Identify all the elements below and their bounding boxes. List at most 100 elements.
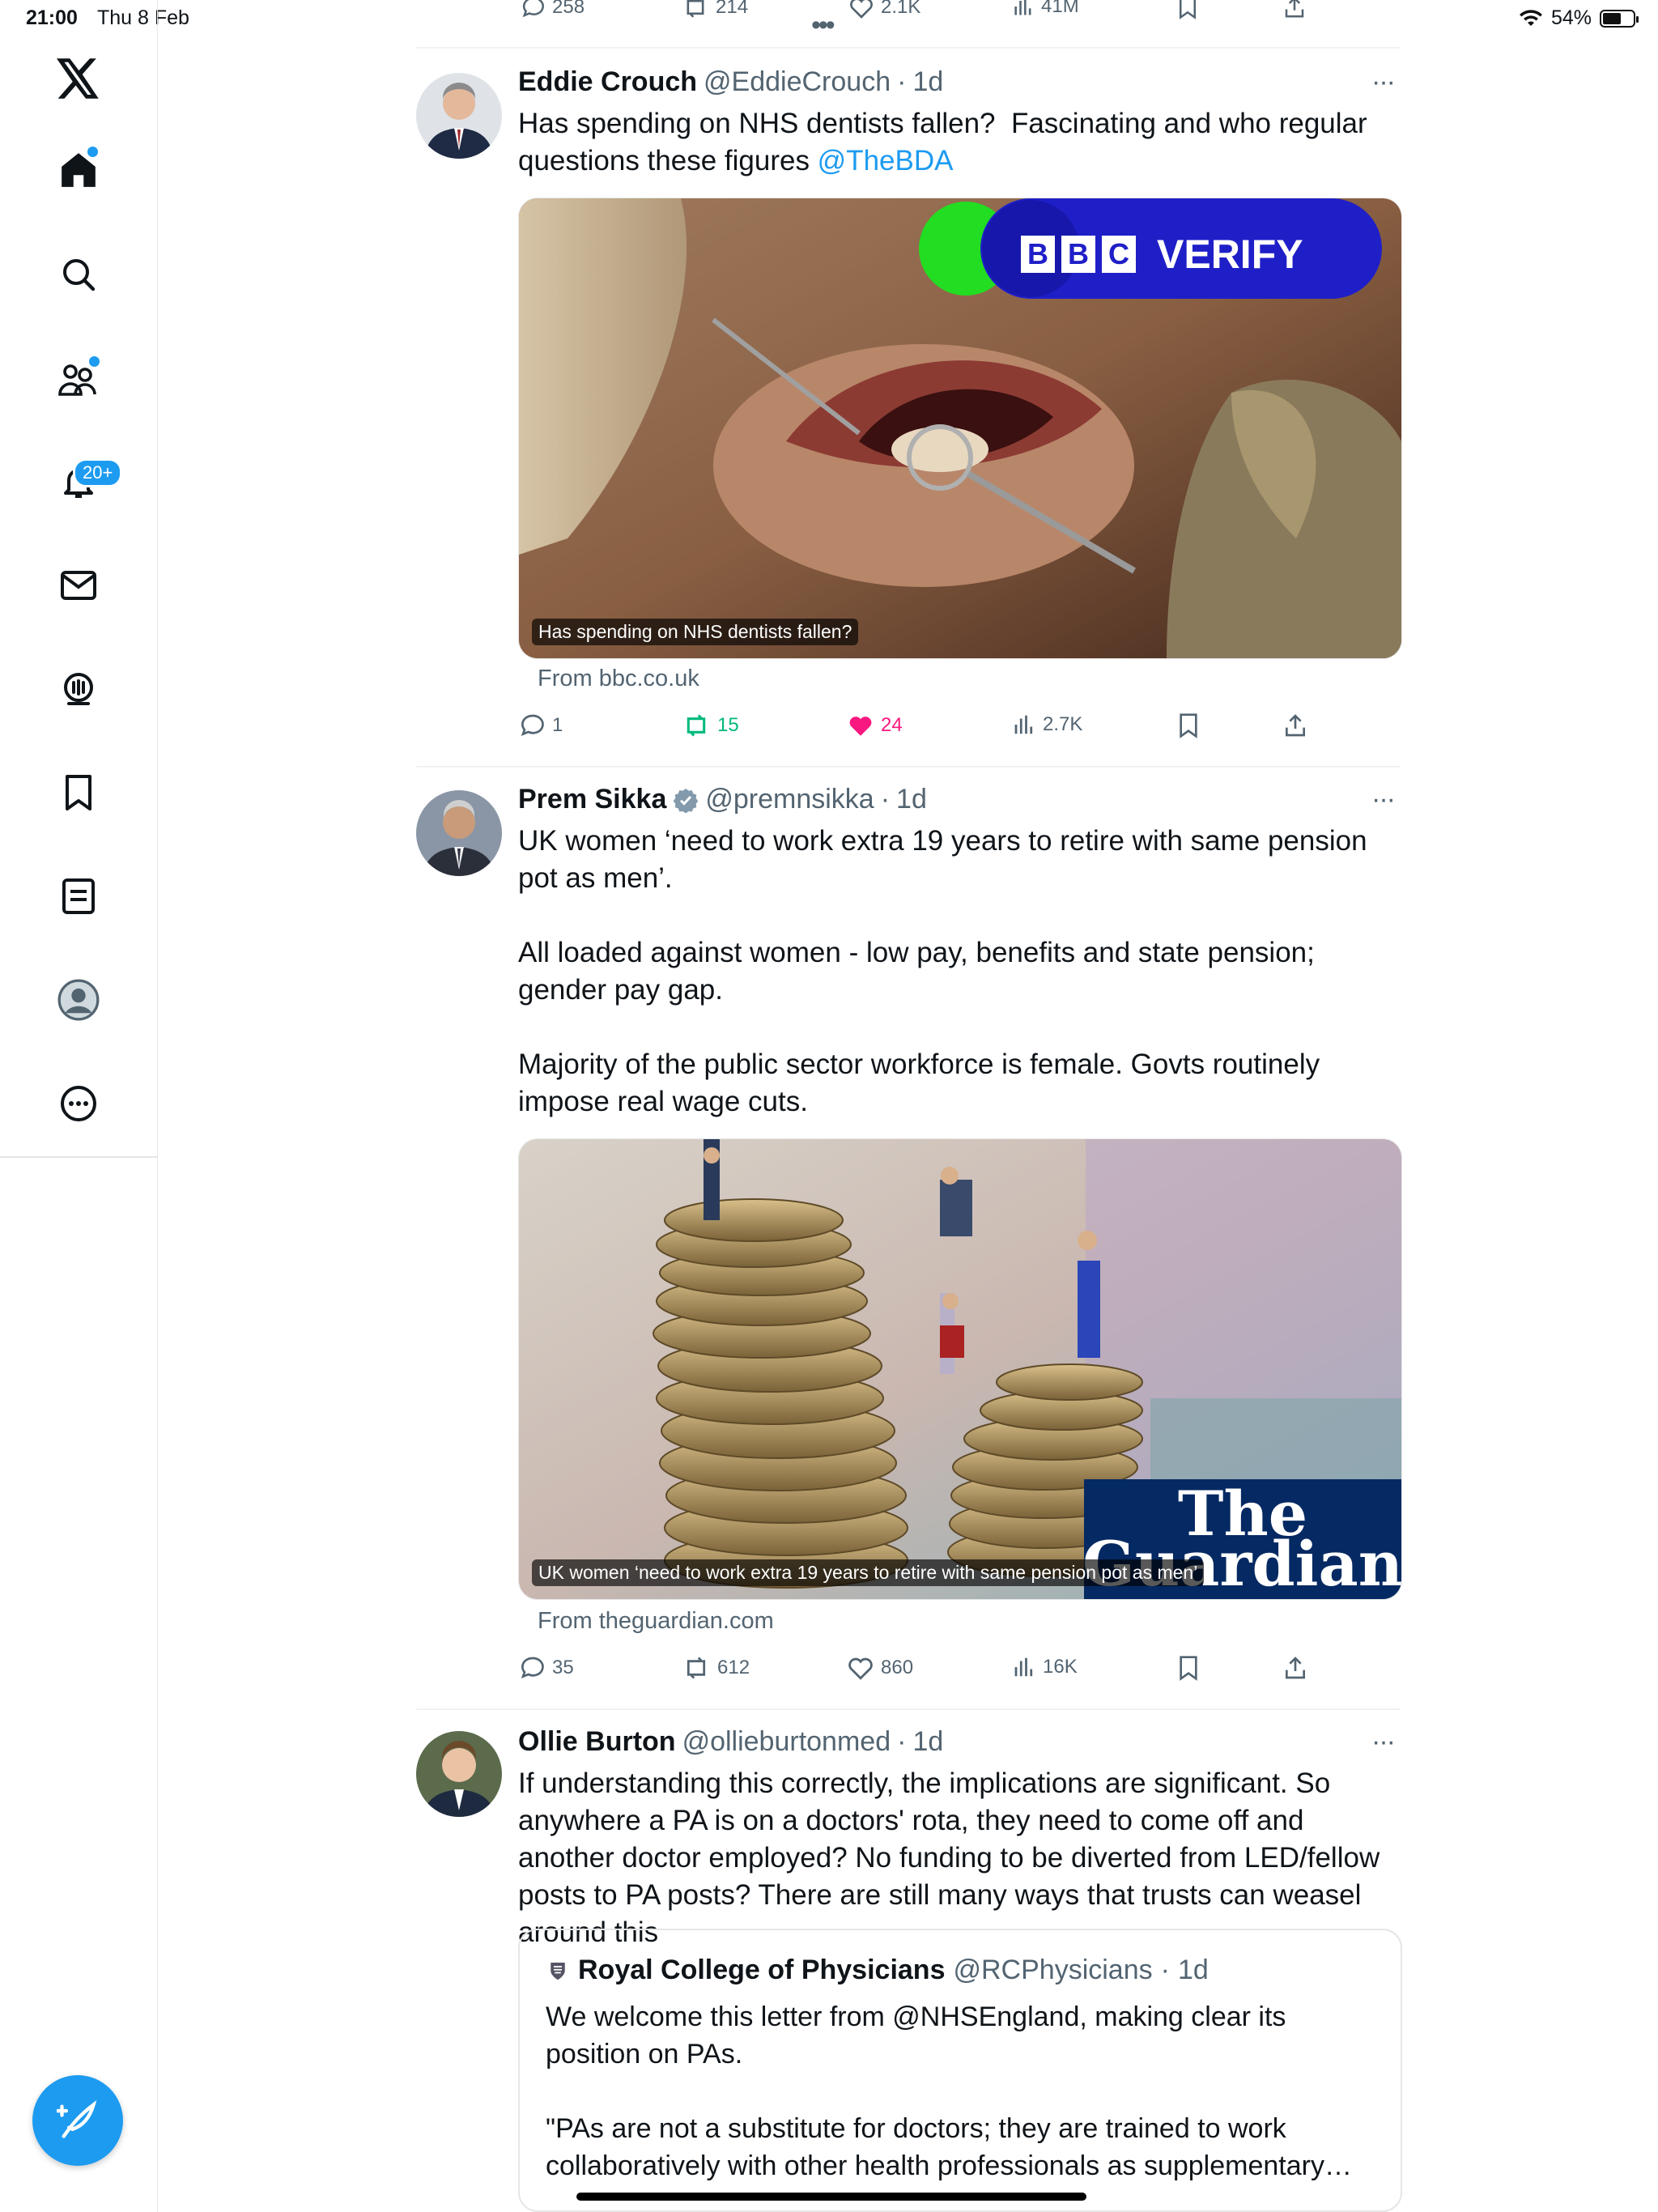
bookmark-icon [1180,1656,1197,1681]
views-count: 16K [1043,1656,1078,1678]
quoted-author-name: Royal College of Physicians [578,1955,946,1985]
communities-icon[interactable] [50,350,107,406]
prev-repost-count: 214 [716,0,749,18]
mention-link[interactable]: @TheBDA [818,145,954,177]
prev-reply-button[interactable]: 258 [521,0,585,19]
tweet-divider [416,47,1401,49]
wifi-icon [1519,9,1542,26]
search-icon[interactable] [50,246,107,303]
share-icon [1285,0,1304,18]
tweet-more-button[interactable]: ··· [1371,1726,1396,1758]
communities-unread-dot [87,355,101,368]
bookmark-icon[interactable] [50,764,107,821]
share-button[interactable] [1282,1655,1308,1681]
author-handle[interactable]: @ollieburtonmed [682,1726,891,1758]
separator-dot: · [897,1726,907,1757]
x-logo-icon[interactable] [50,50,107,107]
repost-button[interactable]: 15 [682,713,739,738]
repost-icon [687,714,706,737]
prev-repost-button[interactable]: 214 [682,0,748,19]
tweet-text: If understanding this correctly, the imp… [518,1767,1388,1948]
avatar[interactable] [416,73,502,159]
reply-button[interactable]: 1 [520,713,563,738]
reply-button[interactable]: 35 [520,1655,574,1681]
like-count: 24 [881,714,903,736]
compose-button[interactable] [32,2075,123,2166]
card-source[interactable]: From theguardian.com [538,1608,774,1635]
bbc-letter: C [1102,236,1136,273]
link-card-image[interactable]: B B C VERIFY Has spending on NHS dentist… [518,198,1402,659]
profile-avatar-icon[interactable] [50,972,107,1028]
sidebar-divider [0,1156,157,1158]
home-icon[interactable] [50,142,107,198]
verified-badge-icon [674,788,699,813]
separator-dot: · [1160,1955,1170,1985]
rcp-crest-icon [546,1958,570,1983]
separator-dot: · [897,66,907,97]
heart-icon [848,1657,873,1680]
author-name[interactable]: Prem Sikka [518,784,666,815]
author-handle[interactable]: @premnsikka [705,784,874,815]
bookmark-button[interactable] [1177,713,1200,738]
repost-count: 612 [717,1657,750,1678]
tweet-header: Prem Sikka @premnsikka · 1d [518,784,927,815]
card-source[interactable]: From bbc.co.uk [538,666,699,692]
avatar[interactable] [416,790,502,876]
bookmark-icon [1180,0,1196,19]
repost-icon [687,1657,706,1679]
card-caption: UK women ‘need to work extra 19 years to… [532,1559,1205,1586]
prev-share-button[interactable] [1282,0,1307,19]
author-handle[interactable]: @EddieCrouch [704,66,891,98]
tweet-more-button[interactable]: ··· [1371,66,1396,98]
tweet-text: Has spending on NHS dentists fallen? Fas… [518,105,1401,180]
notifications-badge: 20+ [73,458,123,487]
bookmark-icon [1180,713,1197,738]
reply-count: 1 [552,714,563,736]
share-button[interactable] [1282,713,1308,738]
quoted-tweet-text: We welcome this letter from @NHSEngland,… [546,2001,1352,2181]
envelope-icon[interactable] [50,557,107,614]
tweet-time[interactable]: 1d [896,784,927,815]
more-options-icon[interactable] [50,1075,107,1132]
repost-count: 15 [717,714,739,736]
tweet-time[interactable]: 1d [912,66,943,98]
views-button[interactable]: 16K [1012,1655,1078,1679]
home-indicator[interactable] [576,2193,1086,2201]
share-icon [1286,714,1305,737]
views-icon [1014,1657,1033,1677]
views-button[interactable]: 2.7K [1012,713,1082,737]
lists-icon[interactable] [50,868,107,925]
quoted-tweet[interactable]: Royal College of Physicians @RCPhysician… [518,1929,1402,2212]
author-name[interactable]: Eddie Crouch [518,66,697,98]
like-button[interactable]: 860 [847,1655,913,1681]
sidebar: 20+ [0,0,158,2212]
views-icon [1014,0,1031,15]
reply-icon [521,714,544,737]
prev-like-button[interactable]: 2.1K [848,0,920,19]
page-dots-indicator[interactable]: ••• [811,10,835,41]
status-right: 54% [1519,6,1639,30]
battery-percent: 54% [1550,6,1592,29]
quoted-tweet-time: 1d [1177,1955,1209,1985]
prev-bookmark-button[interactable] [1177,0,1198,19]
tweet-more-button[interactable]: ··· [1371,784,1396,815]
like-count: 860 [881,1657,914,1678]
like-button[interactable]: 24 [847,713,903,738]
avatar[interactable] [416,1731,502,1817]
tweet-text: UK women ‘need to work extra 19 years to… [518,825,1367,1117]
tweet-time[interactable]: 1d [912,1726,943,1758]
link-card-image[interactable]: The Guardian UK women ‘need to work extr… [518,1138,1402,1600]
feather-plus-icon [57,2099,97,2138]
prev-views-button[interactable]: 41M [1012,0,1079,18]
tweet-header: Ollie Burton @ollieburtonmed · 1d [518,1726,943,1758]
bookmark-button[interactable] [1177,1655,1200,1681]
quoted-tweet-header: Royal College of Physicians @RCPhysician… [546,1955,1209,1986]
repost-icon [687,0,704,18]
repost-button[interactable]: 612 [682,1655,750,1681]
grok-spaces-icon[interactable] [50,661,107,717]
author-name[interactable]: Ollie Burton [518,1726,676,1758]
tweet-header: Eddie Crouch @EddieCrouch · 1d [518,66,943,98]
prev-views-count: 41M [1041,0,1079,17]
reply-count: 35 [552,1657,574,1678]
tweet-divider [416,1708,1401,1710]
